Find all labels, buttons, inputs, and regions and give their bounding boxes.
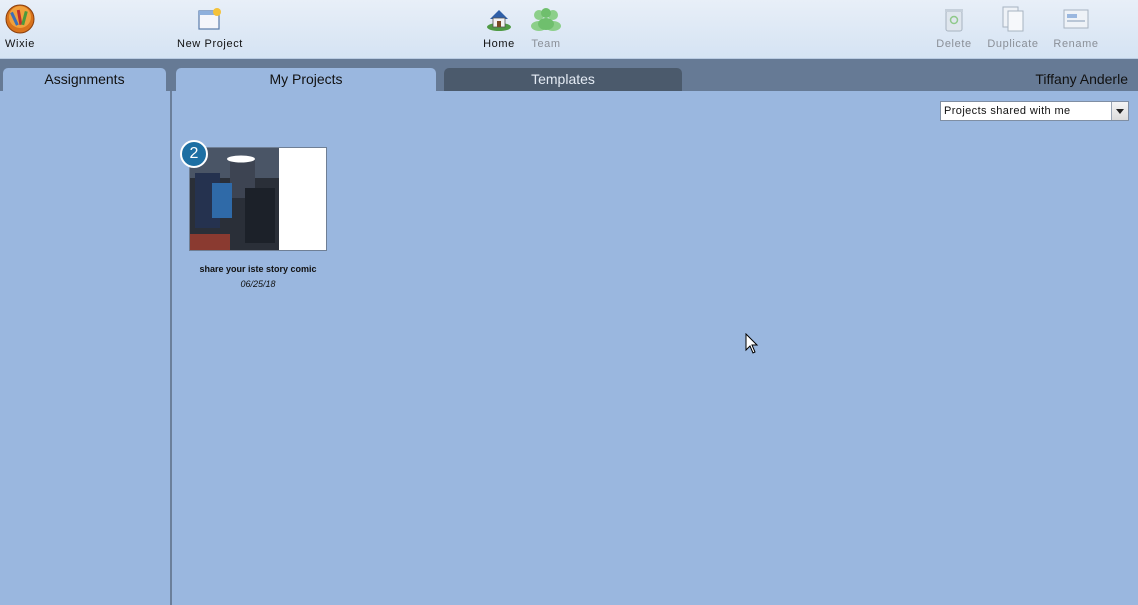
duplicate-icon [986,3,1040,35]
team-button[interactable]: Team [528,3,564,50]
user-name[interactable]: Tiffany Anderle [1035,71,1128,87]
new-project-button[interactable]: New Project [175,3,245,50]
share-count-badge: 2 [180,140,208,168]
duplicate-label: Duplicate [987,38,1039,50]
chevron-down-icon[interactable] [1111,102,1128,120]
home-button[interactable]: Home [480,3,518,50]
rename-icon [1052,3,1100,35]
tab-assignments[interactable]: Assignments [3,68,166,91]
wixie-label: Wixie [5,38,35,50]
wixie-button[interactable]: Wixie [4,3,36,50]
wixie-logo-icon [4,3,36,35]
project-title: share your iste story comic [199,264,317,274]
new-project-icon [175,3,245,35]
home-label: Home [483,38,515,50]
team-label: Team [531,38,561,50]
project-filter-select[interactable]: Projects shared with me [940,101,1129,121]
project-filter-value: Projects shared with me [944,105,1071,117]
top-toolbar: Wixie New Project Home Team Delete Dupli… [0,0,1138,59]
tab-strip: Assignments My Projects Templates Tiffan… [0,59,1138,91]
trash-icon [934,3,974,35]
new-project-label: New Project [177,38,243,50]
home-icon [480,3,518,35]
tab-templates[interactable]: Templates [444,68,682,91]
delete-label: Delete [936,38,972,50]
assignments-panel [0,91,172,605]
rename-button[interactable]: Rename [1052,3,1100,50]
project-date: 06/25/18 [240,279,276,289]
project-thumbnail[interactable] [189,147,327,251]
duplicate-button[interactable]: Duplicate [986,3,1040,50]
comic-preview-image [190,148,326,250]
rename-label: Rename [1053,38,1099,50]
delete-button[interactable]: Delete [934,3,974,50]
team-icon [528,3,564,35]
mouse-pointer-icon [745,332,759,360]
tab-my-projects[interactable]: My Projects [176,68,436,91]
projects-area: Projects shared with me 2 share your ist… [172,91,1138,605]
